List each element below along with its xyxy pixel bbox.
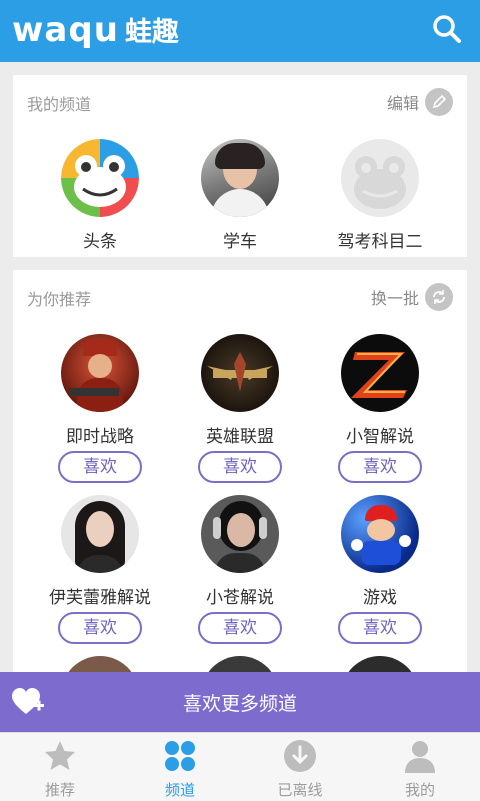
edit-label: 编辑 xyxy=(386,94,419,113)
logo-latin-text: waqu xyxy=(12,10,119,50)
like-button[interactable]: 喜欢 xyxy=(198,612,282,644)
avatar-lol xyxy=(201,334,279,412)
channel-label: 即时战略 xyxy=(66,427,134,447)
bottom-tab-bar: 推荐 频道 已离线 我的 xyxy=(0,732,480,801)
avatar-xiaozhi xyxy=(341,334,419,412)
channel-label: 伊芙蕾雅解说 xyxy=(49,588,151,608)
my-channels-title: 我的频道 xyxy=(27,95,92,114)
edit-button[interactable]: 编辑 xyxy=(387,88,453,116)
avatar-yifu xyxy=(61,495,139,573)
like-more-label: 喜欢更多频道 xyxy=(182,693,297,715)
like-button[interactable]: 喜欢 xyxy=(58,451,142,483)
download-icon xyxy=(284,740,316,772)
recommend-item-yifu[interactable]: 伊芙蕾雅解说 喜欢 xyxy=(40,495,160,644)
tab-offline[interactable]: 已离线 xyxy=(240,739,360,800)
search-icon[interactable] xyxy=(432,14,462,44)
refresh-label: 换一批 xyxy=(370,289,419,308)
recommend-item-rts[interactable]: 即时战略 喜欢 xyxy=(40,334,160,483)
star-icon xyxy=(45,741,75,770)
channel-label: 游戏 xyxy=(363,588,397,608)
recommend-card: 为你推荐 换一批 即时战略 喜欢 英雄联盟 喜欢 小智解说 喜欢 伊芙蕾雅解说 … xyxy=(13,270,467,700)
channel-label: 头条 xyxy=(83,232,117,252)
recommend-item-games[interactable]: 游戏 喜欢 xyxy=(320,495,440,644)
tab-channels[interactable]: 频道 xyxy=(120,739,240,800)
recommend-item-lol[interactable]: 英雄联盟 喜欢 xyxy=(180,334,300,483)
recommend-item-xiaozhi[interactable]: 小智解说 喜欢 xyxy=(320,334,440,483)
person-icon xyxy=(405,741,435,773)
tab-label: 我的 xyxy=(404,781,435,799)
refresh-button[interactable]: 换一批 xyxy=(371,283,453,311)
refresh-icon xyxy=(425,283,453,311)
channel-item-jiakao[interactable]: 驾考科目二 xyxy=(320,139,440,252)
channel-item-toutiao[interactable]: 头条 xyxy=(40,139,160,252)
like-button[interactable]: 喜欢 xyxy=(58,612,142,644)
channel-label: 小苍解说 xyxy=(206,588,274,608)
channel-label: 英雄联盟 xyxy=(206,427,274,447)
like-button[interactable]: 喜欢 xyxy=(338,612,422,644)
my-channels-card: 我的频道 编辑 头条 学车 驾考科目二 xyxy=(13,75,467,257)
tab-label: 已离线 xyxy=(277,781,323,799)
tab-recommend[interactable]: 推荐 xyxy=(0,739,120,800)
channel-label: 小智解说 xyxy=(346,427,414,447)
like-more-channels-bar[interactable]: 喜欢更多频道 xyxy=(0,672,480,732)
like-button[interactable]: 喜欢 xyxy=(198,451,282,483)
app-header: waqu 蛙趣 xyxy=(0,0,480,62)
logo-cn-text: 蛙趣 xyxy=(124,17,179,48)
frog-logo-icon xyxy=(61,139,139,217)
grid-dots-icon xyxy=(165,741,195,771)
recommend-title: 为你推荐 xyxy=(27,290,92,309)
channel-item-xueche[interactable]: 学车 xyxy=(180,139,300,252)
frog-placeholder-icon xyxy=(341,139,419,217)
channel-label: 学车 xyxy=(223,232,257,252)
recommend-item-xiaocang[interactable]: 小苍解说 喜欢 xyxy=(180,495,300,644)
avatar-xiaocang xyxy=(201,495,279,573)
app-logo: waqu 蛙趣 xyxy=(12,10,179,50)
avatar-rts xyxy=(61,334,139,412)
avatar-photo xyxy=(201,139,279,217)
avatar-games xyxy=(341,495,419,573)
tab-label: 频道 xyxy=(164,781,195,799)
channel-label: 驾考科目二 xyxy=(337,232,423,252)
pencil-icon xyxy=(425,88,453,116)
like-button[interactable]: 喜欢 xyxy=(338,451,422,483)
tab-mine[interactable]: 我的 xyxy=(360,739,480,800)
tab-label: 推荐 xyxy=(44,781,75,799)
